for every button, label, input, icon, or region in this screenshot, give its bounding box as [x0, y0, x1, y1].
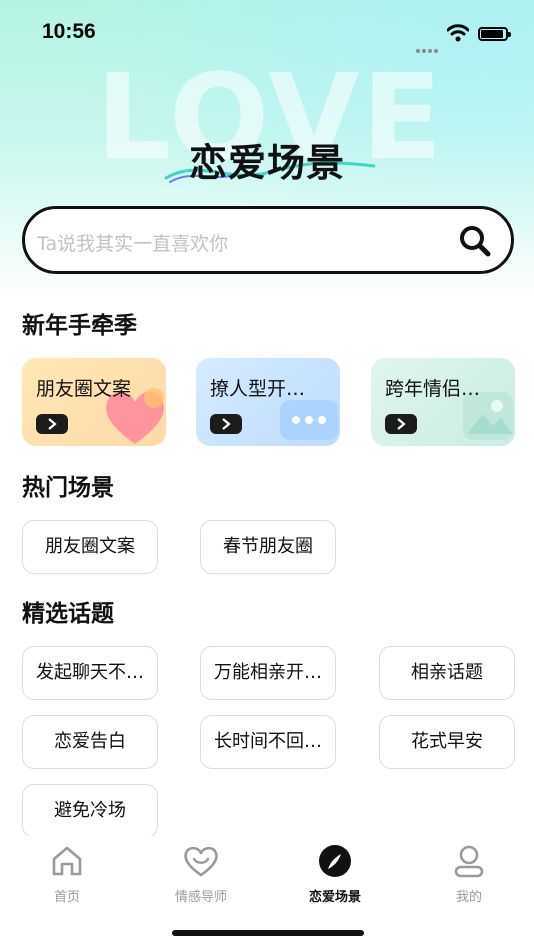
section-title-featured: 精选话题 [22, 601, 114, 627]
tab-label: 我的 [455, 890, 482, 905]
promo-arrow-button[interactable] [210, 414, 242, 434]
chat-bubble-icon [280, 400, 338, 440]
compass-icon [319, 845, 351, 877]
promo-label: 朋友圈文案 [36, 378, 132, 400]
topic-chip[interactable]: 万能相亲开… [200, 646, 336, 700]
topic-chip[interactable]: 相亲话题 [379, 646, 515, 700]
chevron-right-icon [48, 418, 57, 430]
chevron-right-icon [222, 418, 231, 430]
topic-chip[interactable]: 花式早安 [379, 715, 515, 769]
topic-chip[interactable]: 发起聊天不… [22, 646, 158, 700]
chevron-right-icon [397, 418, 406, 430]
topic-chip[interactable]: 避免冷场 [22, 784, 158, 838]
promo-label: 跨年情侣… [385, 378, 481, 400]
tab-label: 首页 [53, 890, 80, 905]
search-input[interactable]: Ta说我其实一直喜欢你 [22, 206, 514, 274]
promo-arrow-button[interactable] [385, 414, 417, 434]
hot-chip[interactable]: 朋友圈文案 [22, 520, 158, 574]
hot-chip[interactable]: 春节朋友圈 [200, 520, 336, 574]
page-title: 恋爱场景 [188, 141, 345, 185]
section-title-hot: 热门场景 [22, 475, 114, 501]
section-title-new-year: 新年手牵季 [22, 313, 137, 339]
search-icon[interactable] [457, 223, 493, 259]
topic-chip[interactable]: 恋爱告白 [22, 715, 158, 769]
search-placeholder: Ta说我其实一直喜欢你 [37, 233, 229, 255]
heart-smile-icon [184, 846, 218, 877]
profile-icon [454, 845, 484, 878]
tab-label: 恋爱场景 [308, 890, 361, 905]
topic-chip[interactable]: 长时间不回… [200, 715, 336, 769]
tab-label: 情感导师 [174, 890, 227, 905]
promo-label: 撩人型开… [210, 378, 306, 400]
home-indicator [172, 930, 364, 936]
promo-card-3[interactable]: 跨年情侣… [371, 358, 515, 446]
promo-card-1[interactable]: 朋友圈文案 [22, 358, 166, 446]
promo-arrow-button[interactable] [36, 414, 68, 434]
wifi-icon [447, 24, 469, 42]
status-time: 10:56 [42, 20, 96, 43]
battery-icon [478, 27, 511, 41]
home-icon [52, 846, 82, 876]
promo-card-2[interactable]: 撩人型开… [196, 358, 340, 446]
